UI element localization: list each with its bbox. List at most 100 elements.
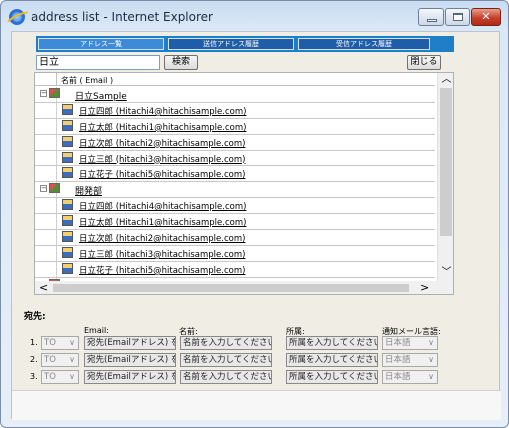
- window-title: address list - Internet Explorer: [31, 10, 213, 24]
- contact-icon: [62, 135, 73, 147]
- contact-label[interactable]: 日立次郎 (hitachi2@hitachisample.com): [79, 137, 245, 149]
- contact-label[interactable]: 日立四郎 (Hitachi4@hitachisample.com): [79, 105, 246, 117]
- contact-row[interactable]: 日立四郎 (Hitachi4@hitachisample.com): [35, 102, 435, 119]
- recipient-row-number: 3.: [30, 372, 38, 381]
- recipient-type-select-text: TO: [44, 338, 56, 348]
- row-select-cell: [35, 166, 57, 182]
- contact-label[interactable]: 日立三郎 (hitachi3@hitachisample.com): [79, 248, 245, 260]
- contact-label[interactable]: 日立四郎 (Hitachi4@hitachisample.com): [79, 200, 246, 212]
- internet-explorer-icon: [9, 9, 25, 25]
- recipient-language-select[interactable]: 日本語 ∨: [382, 336, 438, 350]
- scroll-right-icon[interactable]: >: [420, 281, 429, 294]
- recipient-name-field-text: 名前を入力してください: [183, 355, 272, 365]
- scroll-left-icon[interactable]: <: [39, 281, 48, 294]
- list-header: 名前 ( Email ): [35, 73, 435, 86]
- close-button[interactable]: 閉じる: [407, 55, 441, 70]
- contact-label[interactable]: 日立花子 (hitachi5@hitachisample.com): [79, 264, 245, 276]
- close-window-button[interactable]: ✕: [471, 8, 501, 26]
- recipient-language-select-text: 日本語: [385, 355, 411, 365]
- contact-icon: [62, 151, 73, 163]
- group-label[interactable]: 日立Sample: [75, 89, 127, 102]
- contact-icon: [62, 215, 73, 227]
- recipient-email-field[interactable]: 宛先(Emailアドレス) を: [84, 336, 176, 350]
- recipient-org-field[interactable]: 所属を入力してください。: [286, 353, 378, 367]
- recipient-language-select-text: 日本語: [385, 372, 411, 382]
- header-blank-cell: [35, 73, 57, 86]
- horizontal-scrollbar[interactable]: < >: [35, 281, 437, 294]
- horizontal-scroll-thumb[interactable]: [53, 284, 409, 292]
- vertical-scrollbar[interactable]: ︿ ﹀: [437, 73, 453, 281]
- contact-row[interactable]: 日立花子 (hitachi5@hitachisample.com): [35, 166, 435, 183]
- maximize-button[interactable]: [445, 8, 470, 26]
- row-select-cell: [35, 134, 57, 150]
- contact-row[interactable]: 日立太郎 (Hitachi1@hitachisample.com): [35, 118, 435, 135]
- recipient-type-select[interactable]: TO ∨: [41, 336, 79, 350]
- collapse-icon[interactable]: −: [40, 90, 47, 97]
- recipient-row-number: 2.: [30, 355, 38, 364]
- contact-row[interactable]: 日立次郎 (hitachi2@hitachisample.com): [35, 134, 435, 151]
- tab-address-list[interactable]: アドレス一覧: [38, 38, 164, 50]
- contact-row[interactable]: 日立太郎 (Hitachi1@hitachisample.com): [35, 214, 435, 231]
- recipient-email-field-text: 宛先(Emailアドレス) を: [87, 338, 176, 348]
- tab-sent-history[interactable]: 送信アドレス履歴: [168, 38, 294, 50]
- scroll-down-icon[interactable]: ﹀: [438, 267, 453, 279]
- row-select-cell: [35, 261, 57, 277]
- contact-label[interactable]: 日立三郎 (hitachi3@hitachisample.com): [79, 153, 245, 165]
- search-button[interactable]: 検索: [164, 55, 198, 70]
- group-icon: [49, 183, 60, 194]
- contact-label[interactable]: 日立次郎 (hitachi2@hitachisample.com): [79, 232, 245, 244]
- contact-row[interactable]: 日立四郎 (Hitachi4@hitachisample.com): [35, 198, 435, 215]
- recipient-name-field[interactable]: 名前を入力してください: [180, 353, 272, 367]
- recipient-email-field[interactable]: 宛先(Emailアドレス) を: [84, 353, 176, 367]
- collapse-icon[interactable]: −: [40, 185, 47, 193]
- tab-received-history[interactable]: 受信アドレス履歴: [298, 38, 430, 50]
- contact-row[interactable]: 日立次郎 (hitachi2@hitachisample.com): [35, 230, 435, 246]
- recipient-org-field[interactable]: 所属を入力してください。: [286, 370, 378, 384]
- vertical-scroll-thumb[interactable]: [440, 88, 452, 236]
- recipient-type-select-text: TO: [44, 355, 56, 365]
- recipient-type-select-text: TO: [44, 372, 56, 382]
- scroll-corner: [437, 281, 453, 294]
- address-list: 名前 ( Email ) − 日立Sample 日立四郎 (Hitachi4@hit…: [34, 72, 454, 295]
- list-rows: − 日立Sample 日立四郎 (Hitachi4@hitachisample.co…: [35, 87, 435, 294]
- group-label[interactable]: 開発部: [75, 184, 102, 197]
- recipients-title: 宛先:: [24, 312, 46, 322]
- group-icon: [49, 88, 60, 98]
- tab-bar: アドレス一覧 送信アドレス履歴 受信アドレス履歴: [36, 36, 454, 52]
- minimize-button[interactable]: [418, 8, 444, 26]
- row-select-cell: [35, 214, 57, 230]
- contact-icon: [62, 262, 73, 274]
- recipient-language-select[interactable]: 日本語 ∨: [382, 370, 438, 384]
- contact-row[interactable]: 日立三郎 (hitachi3@hitachisample.com): [35, 245, 435, 262]
- contact-row[interactable]: 日立三郎 (hitachi3@hitachisample.com): [35, 150, 435, 167]
- chevron-down-icon: ∨: [428, 338, 434, 347]
- recipient-email-field[interactable]: 宛先(Emailアドレス) を: [84, 370, 176, 384]
- row-select-cell: [35, 118, 57, 134]
- recipient-org-field[interactable]: 所属を入力してください。: [286, 336, 378, 350]
- contact-icon: [62, 103, 73, 115]
- close-icon: ✕: [481, 10, 491, 23]
- contact-label[interactable]: 日立花子 (hitachi5@hitachisample.com): [79, 168, 245, 180]
- contact-icon: [62, 231, 73, 243]
- scroll-up-icon[interactable]: ︿: [438, 74, 453, 86]
- recipient-type-select[interactable]: TO ∨: [41, 370, 79, 384]
- row-select-cell: [35, 102, 57, 118]
- status-area: [12, 390, 501, 420]
- recipient-name-field-text: 名前を入力してください: [183, 372, 272, 382]
- group-row[interactable]: − 開発部: [35, 182, 435, 199]
- title-bar[interactable]: address list - Internet Explorer ✕: [1, 1, 508, 31]
- recipient-name-field[interactable]: 名前を入力してください: [180, 370, 272, 384]
- recipient-type-select[interactable]: TO ∨: [41, 353, 79, 367]
- search-input[interactable]: 日立: [36, 55, 160, 70]
- recipient-name-field-text: 名前を入力してください: [183, 338, 272, 348]
- recipient-name-field[interactable]: 名前を入力してください: [180, 336, 272, 350]
- page-content: アドレス一覧 送信アドレス履歴 受信アドレス履歴 日立 検索 閉じる 名前 ( …: [11, 31, 501, 420]
- contact-icon: [62, 119, 73, 131]
- contact-row[interactable]: 日立花子 (hitachi5@hitachisample.com): [35, 261, 435, 278]
- recipient-email-field-text: 宛先(Emailアドレス) を: [87, 355, 176, 365]
- contact-label[interactable]: 日立太郎 (Hitachi1@hitachisample.com): [79, 121, 246, 133]
- recipient-language-select[interactable]: 日本語 ∨: [382, 353, 438, 367]
- group-row[interactable]: − 日立Sample: [35, 87, 435, 103]
- recipient-row-number: 1.: [30, 338, 38, 347]
- contact-label[interactable]: 日立太郎 (Hitachi1@hitachisample.com): [79, 216, 246, 228]
